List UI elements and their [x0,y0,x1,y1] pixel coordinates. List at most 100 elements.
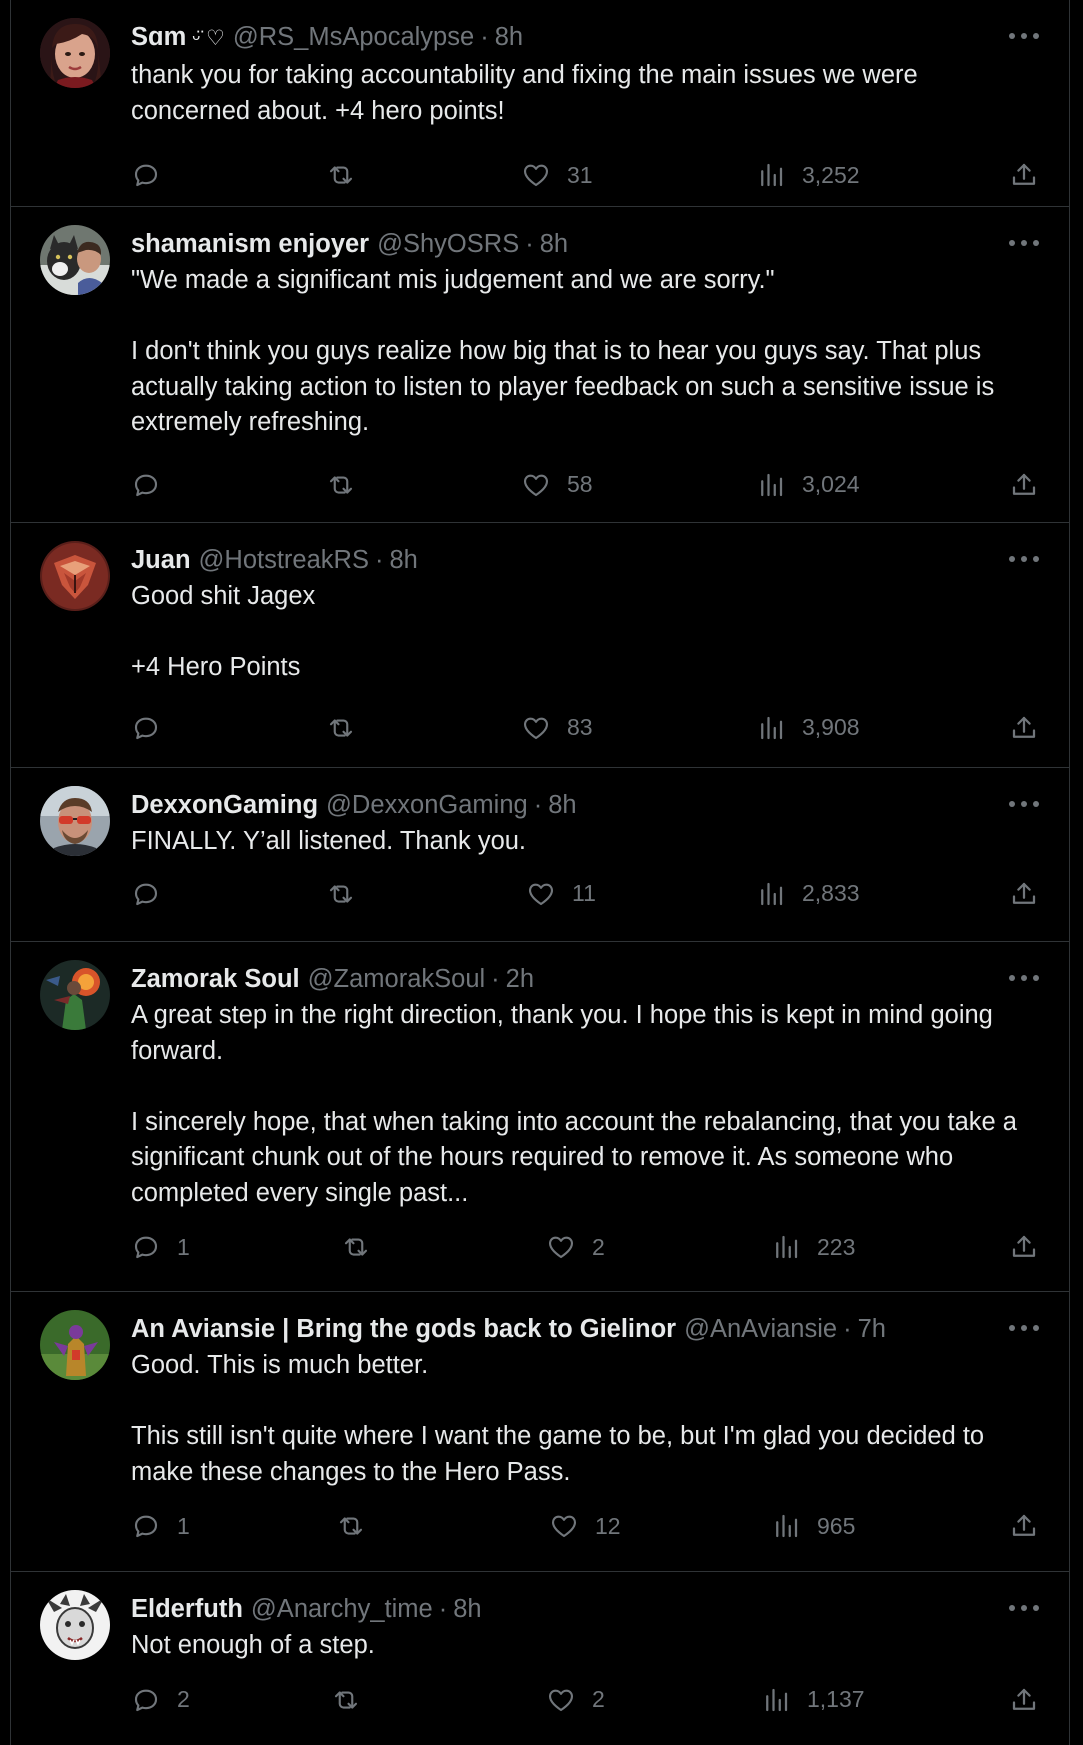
more-icon[interactable] [1009,1598,1039,1618]
more-icon[interactable] [1009,233,1039,253]
tweet[interactable]: shamanism enjoyer @ShyOSRS · 8h "We made… [11,207,1069,523]
like-button[interactable]: 12 [549,1506,621,1546]
reply-icon [131,1685,161,1715]
display-name[interactable]: shamanism enjoyer [131,227,369,261]
like-button[interactable]: 58 [521,465,593,505]
views-button[interactable]: 223 [771,1227,855,1267]
user-handle[interactable]: @DexxonGaming [326,788,528,822]
display-name[interactable]: Sɑm [131,20,186,54]
tweet-header: Elderfuth @Anarchy_time · 8h [131,1592,1039,1626]
avatar[interactable] [40,1310,110,1380]
tweet[interactable]: DexxonGaming @DexxonGaming · 8h FINALLY.… [11,768,1069,942]
share-button[interactable] [1009,708,1039,748]
reply-icon [131,1511,161,1541]
display-name[interactable]: An Aviansie | Bring the gods back to Gie… [131,1312,676,1346]
retweet-button[interactable] [336,1506,366,1546]
like-count: 12 [595,1512,621,1539]
timestamp[interactable]: 8h [389,543,417,577]
user-handle[interactable]: @ZamorakSoul [308,962,486,996]
views-icon [756,470,786,500]
share-button[interactable] [1009,155,1039,195]
action-bar: 11 2,833 [131,874,1039,914]
share-button[interactable] [1009,465,1039,505]
heart-icon [521,160,551,190]
tweet-text: A great step in the right direction, tha… [131,1001,1017,1207]
reply-count: 2 [177,1686,190,1712]
reply-count: 1 [177,1512,190,1539]
share-icon [1009,879,1039,909]
tweet-text: Good. This is much better. This still is… [131,1351,985,1486]
more-icon[interactable] [1009,1318,1039,1338]
retweet-button[interactable] [341,1227,371,1267]
like-button[interactable]: 2 [546,1227,605,1267]
user-handle[interactable]: @HotstreakRS [199,543,369,577]
display-name[interactable]: DexxonGaming [131,788,318,822]
display-name[interactable]: Zamorak Soul [131,962,300,996]
views-icon [771,1232,801,1262]
more-icon[interactable] [1009,794,1039,814]
reply-button[interactable]: 2 [131,1680,190,1720]
more-icon[interactable] [1009,549,1039,569]
heart-icon [546,1685,576,1715]
share-icon [1009,1511,1039,1541]
tweet[interactable]: An Aviansie | Bring the gods back to Gie… [11,1292,1069,1572]
reply-button[interactable]: 1 [131,1506,190,1546]
user-handle[interactable]: @RS_MsApocalypse [233,20,474,54]
reply-button[interactable] [131,708,177,748]
display-name[interactable]: Juan [131,543,191,577]
views-button[interactable]: 965 [771,1506,855,1546]
views-button[interactable]: 1,137 [761,1680,865,1720]
tweet[interactable]: Elderfuth @Anarchy_time · 8h Not enough … [11,1572,1069,1745]
reply-button[interactable]: 1 [131,1227,190,1267]
reply-icon [131,1232,161,1262]
retweet-button[interactable] [326,874,356,914]
retweet-button[interactable] [331,1680,361,1720]
like-button[interactable]: 83 [521,708,593,748]
views-button[interactable]: 3,024 [756,465,860,505]
reply-button[interactable] [131,465,177,505]
tweet[interactable]: Juan @HotstreakRS · 8h Good shit Jagex +… [11,523,1069,768]
views-button[interactable]: 2,833 [756,874,860,914]
tweet-header: shamanism enjoyer @ShyOSRS · 8h [131,227,1039,261]
avatar[interactable] [40,225,110,295]
timestamp[interactable]: 2h [506,962,534,996]
timestamp[interactable]: 7h [858,1312,886,1346]
retweet-icon [326,470,356,500]
more-icon[interactable] [1009,26,1039,46]
share-button[interactable] [1009,874,1039,914]
separator-dot: · [438,1595,448,1623]
user-handle[interactable]: @ShyOSRS [377,227,519,261]
avatar[interactable] [40,960,110,1030]
timestamp[interactable]: 8h [540,227,568,261]
avatar[interactable] [40,18,110,88]
retweet-button[interactable] [326,155,356,195]
retweet-icon [331,1685,361,1715]
like-button[interactable]: 11 [526,874,596,914]
reply-button[interactable] [131,874,177,914]
user-handle[interactable]: @AnAviansie [684,1312,837,1346]
more-icon[interactable] [1009,968,1039,988]
share-button[interactable] [1009,1680,1039,1720]
reply-button[interactable] [131,155,177,195]
timestamp[interactable]: 8h [453,1592,481,1626]
share-button[interactable] [1009,1227,1039,1267]
like-count: 58 [567,471,593,497]
tweet[interactable]: Zamorak Soul @ZamorakSoul · 2h A great s… [11,942,1069,1292]
avatar[interactable] [40,786,110,856]
retweet-button[interactable] [326,708,356,748]
avatar[interactable] [40,1590,110,1660]
share-icon [1009,470,1039,500]
retweet-button[interactable] [326,465,356,505]
like-button[interactable]: 31 [521,155,593,195]
display-name[interactable]: Elderfuth [131,1592,243,1626]
share-button[interactable] [1009,1506,1039,1546]
share-icon [1009,160,1039,190]
timestamp[interactable]: 8h [495,20,523,54]
user-handle[interactable]: @Anarchy_time [251,1592,433,1626]
tweet[interactable]: Sɑm ᵕ̈ ♡ @RS_MsApocalypse · 8h thank you… [11,0,1069,207]
views-button[interactable]: 3,252 [756,155,860,195]
like-button[interactable]: 2 [546,1680,605,1720]
timestamp[interactable]: 8h [548,788,576,822]
views-button[interactable]: 3,908 [756,708,860,748]
avatar[interactable] [40,541,110,611]
